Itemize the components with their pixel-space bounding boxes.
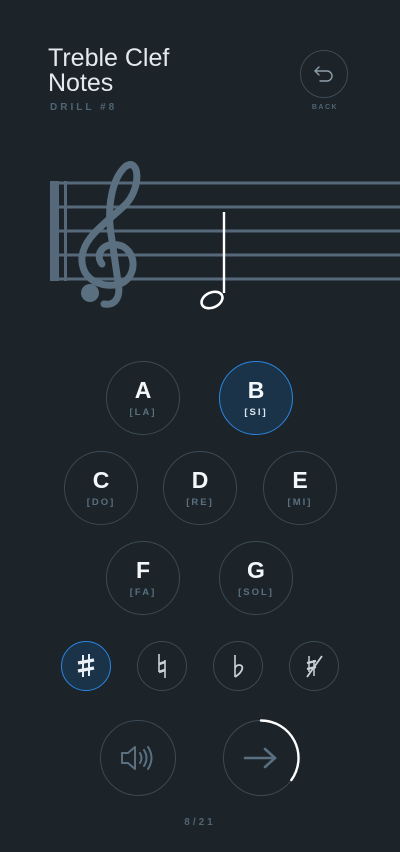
progress-counter: 8/21 xyxy=(184,817,216,828)
natural-icon xyxy=(158,654,166,678)
note-solfege: [SOL] xyxy=(238,587,274,598)
note-button-g[interactable]: G [SOL] xyxy=(219,541,293,615)
music-staff xyxy=(50,161,400,310)
note-solfege: [RE] xyxy=(186,497,214,508)
note-letter: D xyxy=(191,467,209,493)
note-letter: B xyxy=(247,377,265,403)
note-button-b[interactable]: B [SI] xyxy=(219,361,293,435)
speaker-icon xyxy=(121,746,153,770)
natural-button[interactable] xyxy=(137,641,187,691)
sharp-button[interactable] xyxy=(61,641,111,691)
title-line-1: Treble Clef xyxy=(48,44,170,72)
play-sound-button[interactable] xyxy=(100,720,176,796)
no-accidental-button[interactable] xyxy=(289,641,339,691)
back-button[interactable] xyxy=(300,50,348,98)
note-letter: G xyxy=(247,557,265,583)
note-solfege: [FA] xyxy=(129,587,157,598)
note-letter: A xyxy=(134,377,152,403)
note-button-e[interactable]: E [MI] xyxy=(263,451,337,525)
back-label: BACK xyxy=(311,104,339,111)
undo-arrow-icon xyxy=(314,66,333,82)
sharp-icon xyxy=(77,654,95,677)
note-letter: C xyxy=(92,467,110,493)
note-solfege: [DO] xyxy=(86,497,116,508)
note-button-d[interactable]: D [RE] xyxy=(163,451,237,525)
note-letter: E xyxy=(292,467,308,493)
timer-progress-ring xyxy=(259,719,300,782)
drill-label: DRILL #8 xyxy=(50,102,118,113)
title-line-2: Notes xyxy=(48,69,114,97)
half-note-icon xyxy=(200,212,226,310)
flat-button[interactable] xyxy=(213,641,263,691)
treble-clef-icon xyxy=(78,161,141,308)
note-solfege: [LA] xyxy=(129,407,157,418)
note-button-a[interactable]: A [LA] xyxy=(106,361,180,435)
note-button-f[interactable]: F [FA] xyxy=(106,541,180,615)
page-title: Treble Clef Notes xyxy=(48,46,169,96)
flat-icon xyxy=(234,655,244,678)
note-solfege: [SI] xyxy=(244,407,268,418)
no-accidental-icon xyxy=(306,655,323,678)
barline xyxy=(50,181,67,281)
timer-arc xyxy=(259,719,300,782)
note-button-c[interactable]: C [DO] xyxy=(64,451,138,525)
note-letter: F xyxy=(135,557,151,583)
note-solfege: [MI] xyxy=(287,497,313,508)
